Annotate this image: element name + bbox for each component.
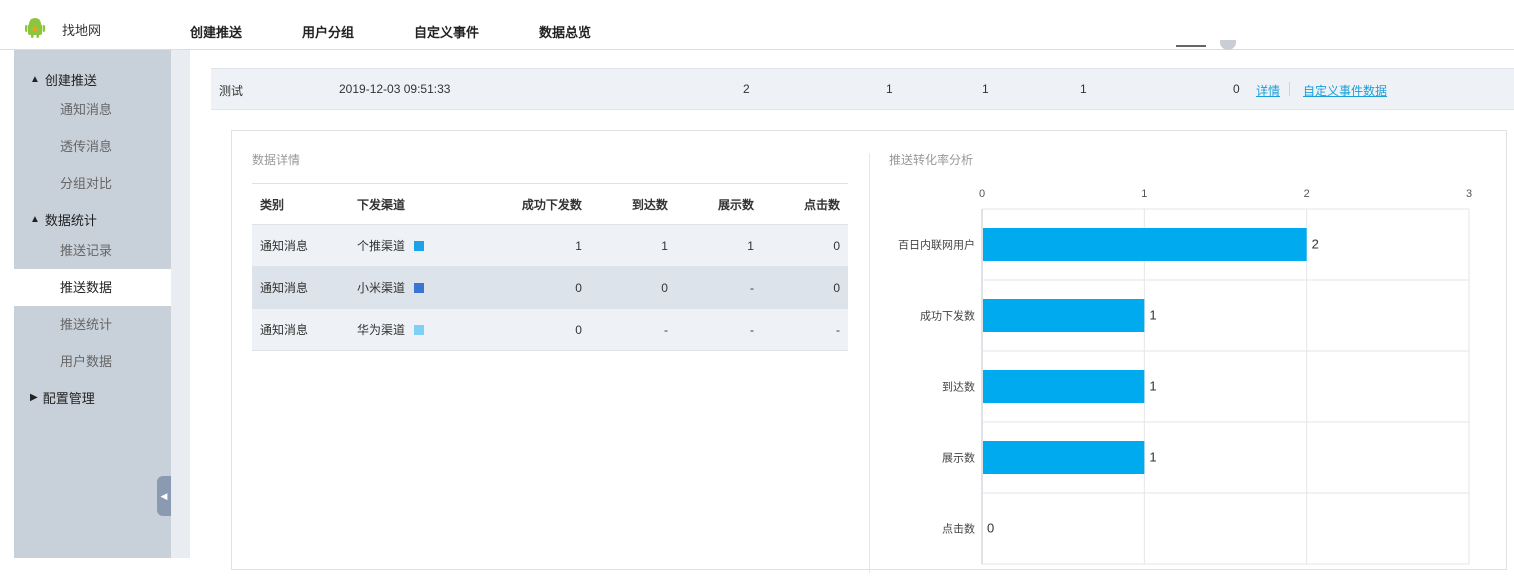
sidebar-group-label: 数据统计 <box>44 213 97 228</box>
summary-value: 1 <box>886 82 893 96</box>
sidebar-group-label: 创建推送 <box>44 73 97 88</box>
summary-value: 1 <box>1080 82 1087 96</box>
triangle-up-icon: ▲ <box>30 214 40 225</box>
summary-value: 0 <box>1233 82 1240 96</box>
cell-sent: 1 <box>457 224 590 267</box>
top-bar: 找地网 创建推送 用户分组 自定义事件 数据总览 <box>0 0 1514 50</box>
nav-custom-events[interactable]: 自定义事件 <box>414 22 479 41</box>
sidebar: ▲ 创建推送 通知消息 透传消息 分组对比 ▲ 数据统计 推送记录 推送数据 推… <box>14 50 171 558</box>
data-label: 2 <box>1312 237 1319 252</box>
channel-label: 华为渠道 <box>357 323 406 337</box>
col-arrived: 到达数 <box>589 183 676 225</box>
sidebar-item-push-data[interactable]: 推送数据 <box>14 269 171 306</box>
content-gutter <box>171 50 190 558</box>
cell-channel: 个推渠道 <box>357 224 457 267</box>
section-divider <box>869 153 870 573</box>
summary-value: 1 <box>982 82 989 96</box>
category-label: 到达数 <box>942 381 975 394</box>
cell-category: 通知消息 <box>252 224 357 267</box>
category-label: 展示数 <box>942 452 975 465</box>
channel-label: 小米渠道 <box>357 281 406 295</box>
channel-color-swatch <box>414 325 425 335</box>
data-label: 0 <box>987 521 994 536</box>
collapse-left-icon[interactable]: ◀ <box>157 476 171 516</box>
sidebar-group-create-push[interactable]: ▲ 创建推送 <box>30 70 97 89</box>
data-label: 1 <box>1149 450 1156 465</box>
channel-label: 个推渠道 <box>357 239 406 253</box>
sidebar-item-passthrough[interactable]: 透传消息 <box>14 128 171 165</box>
x-tick-label: 1 <box>1141 188 1147 200</box>
main-nav: 创建推送 用户分组 自定义事件 数据总览 <box>190 22 651 41</box>
triangle-right-icon: ▶ <box>30 392 38 403</box>
cell-channel: 华为渠道 <box>357 308 457 351</box>
link-divider <box>1289 82 1290 96</box>
detail-link[interactable]: 详情 <box>1256 82 1280 99</box>
category-label: 成功下发数 <box>920 309 975 323</box>
clipped-toolbar-fragment <box>1176 40 1236 50</box>
sidebar-item-user-data[interactable]: 用户数据 <box>14 343 171 380</box>
sidebar-group-label: 配置管理 <box>42 391 95 406</box>
col-shown: 展示数 <box>675 183 762 225</box>
custom-event-data-link[interactable]: 自定义事件数据 <box>1303 82 1387 99</box>
cell-clicked: 0 <box>761 224 848 267</box>
summary-value: 2 <box>743 82 750 96</box>
nav-user-groups[interactable]: 用户分组 <box>302 22 354 41</box>
cell-arrived: 1 <box>589 224 676 267</box>
conversion-bar-chart: 0 1 2 3 百日内联网用户 2 成功下发数 1 到达数 1 展示数 1 点击数 0 <box>898 188 1472 565</box>
col-channel: 下发渠道 <box>357 183 457 225</box>
col-category: 类别 <box>252 183 357 225</box>
sidebar-group-data-stats[interactable]: ▲ 数据统计 <box>30 210 97 229</box>
x-tick-label: 0 <box>979 188 985 200</box>
chart-title: 推送转化率分析 <box>889 153 974 167</box>
cell-category: 通知消息 <box>252 266 357 309</box>
push-summary-row: 测试 2019-12-03 09:51:33 2 1 1 1 0 详情 自定义事… <box>211 68 1514 110</box>
cell-clicked: 0 <box>761 266 848 309</box>
detail-panel: 数据详情 推送转化率分析 类别 下发渠道 成功下发数 到达数 展示数 点击数 通… <box>231 130 1507 573</box>
push-time: 2019-12-03 09:51:33 <box>339 82 451 96</box>
bar <box>983 228 1307 261</box>
sidebar-item-notification[interactable]: 通知消息 <box>14 91 171 128</box>
sidebar-group-config[interactable]: ▶ 配置管理 <box>30 388 95 407</box>
data-label: 1 <box>1149 379 1156 394</box>
brand[interactable]: 找地网 <box>24 17 101 42</box>
nav-data-overview[interactable]: 数据总览 <box>539 22 591 41</box>
table-header-row: 类别 下发渠道 成功下发数 到达数 展示数 点击数 <box>252 183 848 225</box>
bar <box>983 299 1145 332</box>
channel-color-swatch <box>414 283 425 293</box>
cell-arrived: - <box>589 308 676 351</box>
table-row: 通知消息 小米渠道 0 0 - 0 <box>252 266 848 309</box>
push-name: 测试 <box>219 84 244 98</box>
sidebar-item-group-compare[interactable]: 分组对比 <box>14 165 171 202</box>
nav-create-push[interactable]: 创建推送 <box>190 22 242 41</box>
bar <box>983 370 1145 403</box>
sidebar-item-push-records[interactable]: 推送记录 <box>14 232 171 269</box>
cell-arrived: 0 <box>589 266 676 309</box>
cell-shown: 1 <box>675 224 762 267</box>
sidebar-item-push-stats[interactable]: 推送统计 <box>14 306 171 343</box>
x-tick-label: 2 <box>1304 188 1310 200</box>
col-sent: 成功下发数 <box>457 183 590 225</box>
cell-channel: 小米渠道 <box>357 266 457 309</box>
category-label: 点击数 <box>942 523 975 536</box>
col-clicked: 点击数 <box>761 183 848 225</box>
channel-color-swatch <box>414 241 425 251</box>
cell-shown: - <box>675 308 762 351</box>
bar <box>983 441 1145 474</box>
info-icon <box>1220 40 1236 50</box>
cell-sent: 0 <box>457 266 590 309</box>
brand-name: 找地网 <box>62 23 102 38</box>
cell-category: 通知消息 <box>252 308 357 351</box>
cell-shown: - <box>675 266 762 309</box>
x-tick-label: 3 <box>1466 188 1472 200</box>
cell-clicked: - <box>761 308 848 351</box>
category-label: 百日内联网用户 <box>898 238 975 252</box>
android-icon <box>24 17 46 42</box>
table-row: 通知消息 华为渠道 0 - - - <box>252 308 848 351</box>
cell-sent: 0 <box>457 308 590 351</box>
triangle-up-icon: ▲ <box>30 74 40 85</box>
details-title: 数据详情 <box>252 153 301 167</box>
data-label: 1 <box>1149 308 1156 323</box>
details-table: 类别 下发渠道 成功下发数 到达数 展示数 点击数 通知消息 个推渠道 1 1 … <box>252 183 848 351</box>
table-row: 通知消息 个推渠道 1 1 1 0 <box>252 224 848 267</box>
